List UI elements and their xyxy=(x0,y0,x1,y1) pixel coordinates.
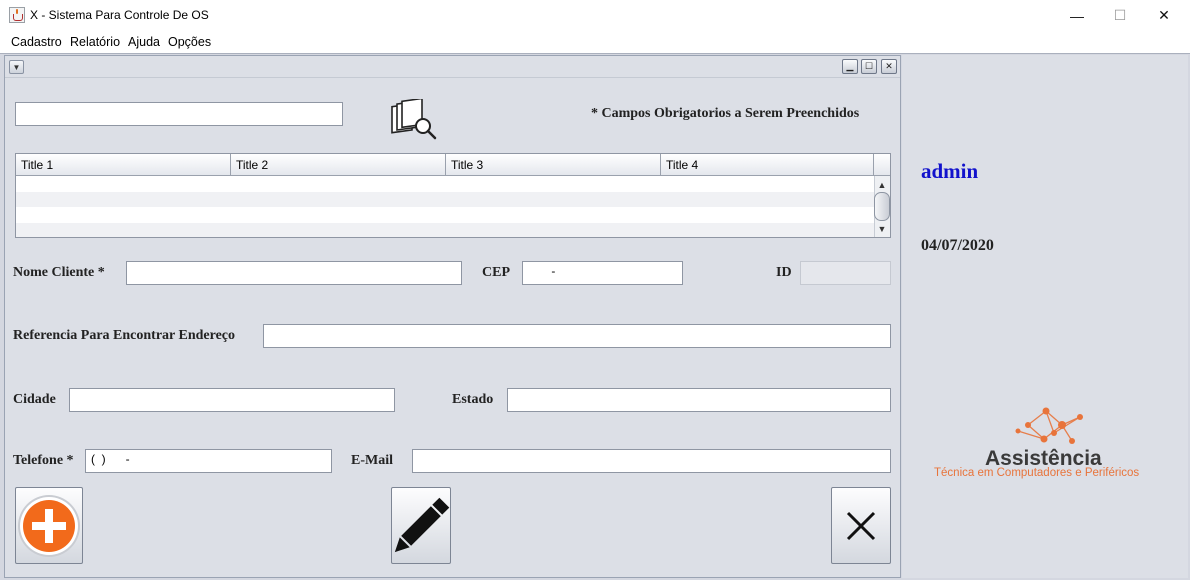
window-title: X - Sistema Para Controle De OS xyxy=(30,8,209,22)
delete-button[interactable] xyxy=(831,487,891,564)
add-icon xyxy=(18,494,80,557)
frame-maximize-button[interactable]: ☐ xyxy=(861,59,877,74)
estado-input[interactable] xyxy=(507,388,891,412)
frame-menu-button[interactable]: ▼ xyxy=(9,60,24,74)
current-date: 04/07/2020 xyxy=(921,237,994,254)
id-field xyxy=(800,261,891,285)
referencia-label: Referencia Para Encontrar Endereço xyxy=(13,328,236,343)
client-internal-frame xyxy=(4,55,901,578)
scroll-thumb[interactable] xyxy=(874,192,890,221)
close-icon xyxy=(846,511,876,540)
edit-button[interactable] xyxy=(391,487,451,564)
pencil-icon xyxy=(394,497,450,552)
add-button[interactable] xyxy=(15,487,83,564)
column-header-title-1[interactable]: Title 1 xyxy=(16,154,231,176)
menu-ajuda[interactable]: Ajuda xyxy=(128,35,160,49)
status-panel xyxy=(902,55,1188,578)
logo-subtitle: Técnica em Computadores e Periféricos xyxy=(934,467,1140,479)
column-header-title-3[interactable]: Title 3 xyxy=(446,154,661,176)
cep-input[interactable]: - xyxy=(522,261,683,285)
window-maximize-button[interactable]: ☐ xyxy=(1097,0,1143,31)
email-label: E-Mail xyxy=(351,453,393,468)
menu-relatorio[interactable]: Relatório xyxy=(70,35,120,49)
window-minimize-button[interactable]: — xyxy=(1054,0,1100,31)
frame-minimize-button[interactable]: ▁ xyxy=(842,59,858,74)
network-logo-icon xyxy=(1010,403,1088,449)
internal-frame-title-bar xyxy=(5,56,900,78)
nome-cliente-input[interactable] xyxy=(126,261,462,285)
required-fields-note: * Campos Obrigatorios a Serem Preenchido… xyxy=(591,106,860,121)
search-documents-icon[interactable] xyxy=(390,97,438,143)
table-row[interactable] xyxy=(16,192,874,207)
scroll-down-arrow[interactable]: ▼ xyxy=(874,221,890,236)
menu-cadastro[interactable]: Cadastro xyxy=(11,35,62,49)
table-row[interactable] xyxy=(16,223,874,237)
table-header-corner xyxy=(874,154,890,176)
search-input[interactable] xyxy=(15,102,343,126)
column-header-title-2[interactable]: Title 2 xyxy=(231,154,446,176)
id-label: ID xyxy=(776,265,792,280)
cidade-input[interactable] xyxy=(69,388,395,412)
cep-label: CEP xyxy=(482,265,510,280)
column-header-title-4[interactable]: Title 4 xyxy=(661,154,874,176)
scroll-up-arrow[interactable]: ▲ xyxy=(874,177,890,192)
estado-label: Estado xyxy=(452,392,494,407)
logged-user-name: admin xyxy=(921,159,979,183)
window-close-button[interactable]: ✕ xyxy=(1141,0,1187,31)
menu-opcoes[interactable]: Opções xyxy=(168,35,211,49)
nome-cliente-label: Nome Cliente * xyxy=(13,265,105,280)
frame-close-button[interactable]: ✕ xyxy=(881,59,897,74)
email-input[interactable] xyxy=(412,449,891,473)
telefone-label: Telefone * xyxy=(13,453,74,468)
java-app-icon xyxy=(9,7,25,23)
referencia-input[interactable] xyxy=(263,324,891,348)
cidade-label: Cidade xyxy=(13,392,56,407)
telefone-input[interactable]: ( ) - xyxy=(85,449,332,473)
